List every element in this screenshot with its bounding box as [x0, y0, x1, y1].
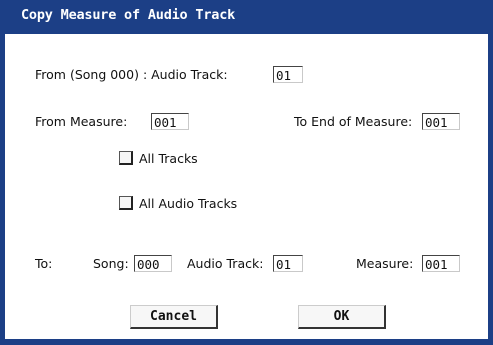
frame-bottom-border — [0, 339, 493, 345]
to-song-label: Song: — [93, 256, 129, 271]
title-bar: Copy Measure of Audio Track — [0, 0, 493, 34]
copy-measure-dialog: Copy Measure of Audio Track From (Song 0… — [0, 0, 493, 345]
all-tracks-checkbox[interactable] — [119, 151, 133, 165]
to-song-field[interactable]: 000 — [134, 255, 172, 272]
cancel-button[interactable]: Cancel — [130, 305, 218, 329]
to-end-of-measure-label: To End of Measure: — [294, 114, 413, 129]
ok-button[interactable]: OK — [298, 305, 386, 329]
to-audio-track-label: Audio Track: — [187, 256, 264, 271]
all-audio-tracks-label: All Audio Tracks — [139, 196, 238, 211]
from-audio-track-field[interactable]: 01 — [273, 66, 303, 83]
end-measure-field[interactable]: 001 — [422, 113, 460, 130]
all-tracks-label: All Tracks — [139, 151, 198, 166]
all-audio-tracks-checkbox[interactable] — [119, 196, 133, 210]
from-measure-label: From Measure: — [35, 114, 128, 129]
to-measure-label: Measure: — [356, 256, 414, 271]
to-measure-field[interactable]: 001 — [422, 255, 460, 272]
to-label: To: — [35, 256, 53, 271]
frame-left-border — [0, 0, 5, 345]
dialog-title: Copy Measure of Audio Track — [21, 7, 236, 23]
to-audio-track-field[interactable]: 01 — [273, 255, 303, 272]
from-song-audio-track-label: From (Song 000) : Audio Track: — [35, 67, 228, 82]
from-measure-field[interactable]: 001 — [151, 113, 189, 130]
frame-right-border — [488, 0, 493, 345]
